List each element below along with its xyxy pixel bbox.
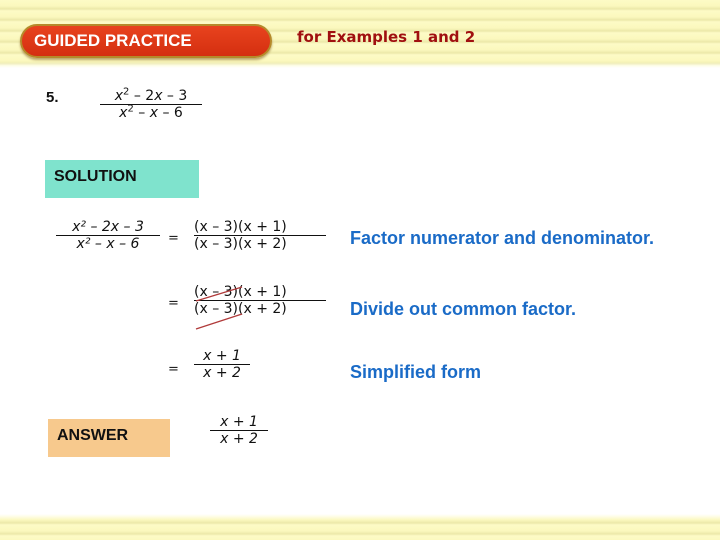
problem-number: 5.	[46, 89, 59, 106]
cancel-strike-marks	[195, 286, 243, 330]
solution-label-box: SOLUTION	[45, 160, 199, 198]
step1-rhs-fraction: (x – 3)(x + 1) (x – 3)(x + 2)	[194, 219, 326, 252]
step3-note: Simplified form	[350, 362, 482, 382]
solution-label: SOLUTION	[54, 168, 137, 185]
problem-fraction: x2 – 2x – 3 x2 – x – 6	[100, 86, 202, 121]
numerator-strike	[195, 286, 243, 302]
step1-equals: =	[168, 231, 179, 246]
footer-stripes	[0, 514, 720, 540]
step1-lhs-numerator: x² – 2x – 3	[72, 219, 144, 235]
answer-denominator: x + 2	[220, 431, 258, 447]
guided-practice-banner: GUIDED PRACTICE	[20, 24, 272, 58]
step2-note: Divide out common factor.	[350, 299, 577, 319]
problem-denominator: x2 – x – 6	[119, 103, 183, 121]
step2-equals: =	[168, 296, 179, 311]
step1-numerator: (x – 3)(x + 1)	[194, 219, 287, 235]
step1-note: Factor numerator and denominator.	[350, 228, 655, 248]
answer-fraction: x + 1 x + 2	[210, 414, 268, 447]
step3-equals: =	[168, 362, 179, 377]
answer-label: ANSWER	[57, 427, 129, 444]
step3-denominator: x + 2	[203, 365, 241, 381]
step3-numerator: x + 1	[203, 348, 241, 364]
banner-title: GUIDED PRACTICE	[34, 31, 192, 50]
step1-denominator: (x – 3)(x + 2)	[194, 236, 287, 252]
step3-fraction: x + 1 x + 2	[194, 348, 250, 381]
problem-numerator: x2 – 2x – 3	[114, 86, 188, 104]
step1-lhs-denominator: x² – x – 6	[76, 236, 140, 252]
examples-label: for Examples 1 and 2	[297, 28, 476, 46]
step1-lhs-fraction: x² – 2x – 3 x² – x – 6	[56, 219, 160, 252]
denominator-strike	[195, 313, 243, 330]
answer-numerator: x + 1	[220, 414, 258, 430]
answer-label-box: ANSWER	[48, 419, 170, 457]
